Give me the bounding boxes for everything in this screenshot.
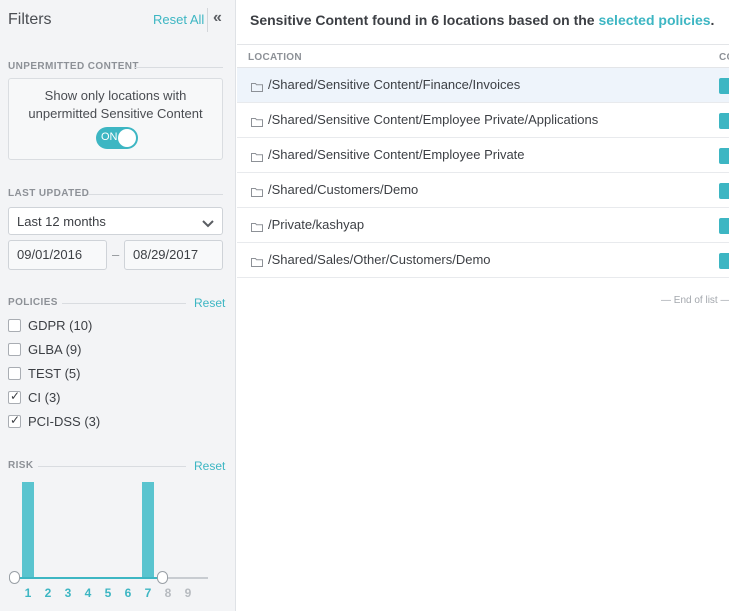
filters-sidebar: Filters Reset All « UNPERMITTED CONTENT … (0, 0, 236, 611)
risk-max-handle[interactable] (157, 571, 168, 584)
unpermitted-filter-box: Show only locations with unpermitted Sen… (8, 78, 223, 160)
unpermitted-toggle[interactable]: ON (96, 127, 138, 149)
policy-label: TEST (5) (28, 366, 81, 381)
risk-slider-range (14, 577, 162, 579)
risk-level-label: 9 (184, 586, 192, 600)
risk-histogram: 123456789 (0, 474, 236, 611)
column-header-co[interactable]: CO (719, 52, 729, 63)
risk-level-label: 2 (44, 586, 52, 600)
policy-checkbox[interactable] (8, 367, 21, 380)
policy-test[interactable]: TEST (5) (8, 365, 168, 383)
column-header-location[interactable]: LOCATION (248, 52, 302, 63)
chevron-down-icon (202, 216, 214, 234)
policy-gdpr[interactable]: GDPR (10) (8, 317, 168, 335)
location-path: /Private/kashyap (268, 217, 365, 232)
date-separator: – (112, 247, 120, 262)
results-title-suffix: . (710, 12, 715, 28)
toggle-knob (118, 129, 136, 147)
risk-level-label: 7 (144, 586, 152, 600)
risk-bar (22, 482, 34, 577)
folder-icon (251, 149, 263, 167)
table-header: LOCATION CO (237, 44, 729, 68)
policy-label: GLBA (9) (28, 342, 82, 357)
location-path: /Shared/Sensitive Content/Finance/Invoic… (268, 77, 521, 92)
content-tag-icon[interactable] (719, 183, 729, 199)
reset-all-link[interactable]: Reset All (153, 12, 204, 27)
policy-checkbox[interactable]: ✓ (8, 389, 21, 404)
policies-reset-link[interactable]: Reset (194, 296, 225, 310)
folder-icon (251, 79, 263, 97)
location-row[interactable]: /Shared/Sensitive Content/Finance/Invoic… (237, 68, 729, 103)
policy-label: GDPR (10) (28, 318, 93, 333)
toggle-label: ON (101, 131, 118, 143)
sidebar-title: Filters (8, 11, 52, 28)
policy-label: PCI-DSS (3) (28, 414, 101, 429)
policy-glba[interactable]: GLBA (9) (8, 341, 168, 359)
results-title-text: Sensitive Content found in 6 locations b… (250, 12, 599, 28)
date-range-value: Last 12 months (17, 214, 106, 229)
double-chevron-left-icon[interactable]: « (213, 9, 222, 27)
policy-label: CI (3) (28, 390, 61, 405)
folder-icon (251, 114, 263, 132)
folder-icon (251, 184, 263, 202)
section-divider (38, 466, 186, 467)
date-from-input[interactable]: 09/01/2016 (8, 240, 107, 270)
location-path: /Shared/Sensitive Content/Employee Priva… (268, 147, 525, 162)
unpermitted-description: Show only locations with unpermitted Sen… (28, 88, 203, 121)
location-path: /Shared/Customers/Demo (268, 182, 419, 197)
content-tag-icon[interactable] (719, 148, 729, 164)
section-divider (62, 303, 186, 304)
header-divider (207, 8, 208, 32)
policies-section-label: POLICIES (8, 297, 58, 308)
policy-checkbox[interactable] (8, 343, 21, 356)
risk-section-label: RISK (8, 460, 34, 471)
content-tag-icon[interactable] (719, 78, 729, 94)
content-tag-icon[interactable] (719, 113, 729, 129)
date-to-input[interactable]: 08/29/2017 (124, 240, 223, 270)
results-panel: Sensitive Content found in 6 locations b… (237, 0, 729, 611)
location-path: /Shared/Sales/Other/Customers/Demo (268, 252, 491, 267)
location-path: /Shared/Sensitive Content/Employee Priva… (268, 112, 599, 127)
risk-level-label: 6 (124, 586, 132, 600)
risk-level-label: 3 (64, 586, 72, 600)
risk-level-label: 5 (104, 586, 112, 600)
risk-level-label: 8 (164, 586, 172, 600)
content-tag-icon[interactable] (719, 253, 729, 269)
location-row[interactable]: /Shared/Customers/Demo (237, 173, 729, 208)
selected-policies-link[interactable]: selected policies (598, 12, 710, 28)
date-range-select[interactable]: Last 12 months (8, 207, 223, 235)
folder-icon (251, 219, 263, 237)
end-of-list: — End of list — (661, 295, 729, 306)
location-row[interactable]: /Shared/Sales/Other/Customers/Demo (237, 243, 729, 278)
risk-min-handle[interactable] (9, 571, 20, 584)
location-row[interactable]: /Shared/Sensitive Content/Employee Priva… (237, 138, 729, 173)
policy-checkbox[interactable]: ✓ (8, 413, 21, 428)
unpermitted-section-label: UNPERMITTED CONTENT (8, 61, 139, 72)
policy-checkbox[interactable] (8, 319, 21, 332)
checkmark-icon: ✓ (10, 389, 21, 403)
risk-reset-link[interactable]: Reset (194, 459, 225, 473)
folder-icon (251, 254, 263, 272)
policy-pci-dss[interactable]: ✓ PCI-DSS (3) (8, 413, 168, 431)
content-tag-icon[interactable] (719, 218, 729, 234)
last-updated-section-label: LAST UPDATED (8, 188, 90, 199)
section-divider (134, 67, 223, 68)
risk-bar (142, 482, 154, 577)
results-title: Sensitive Content found in 6 locations b… (250, 12, 714, 28)
sidebar-header: Filters Reset All « (0, 0, 236, 42)
section-divider (88, 194, 223, 195)
location-row[interactable]: /Shared/Sensitive Content/Employee Priva… (237, 103, 729, 138)
risk-level-label: 4 (84, 586, 92, 600)
location-row[interactable]: /Private/kashyap (237, 208, 729, 243)
checkmark-icon: ✓ (10, 413, 21, 427)
policy-ci[interactable]: ✓ CI (3) (8, 389, 168, 407)
risk-level-label: 1 (24, 586, 32, 600)
